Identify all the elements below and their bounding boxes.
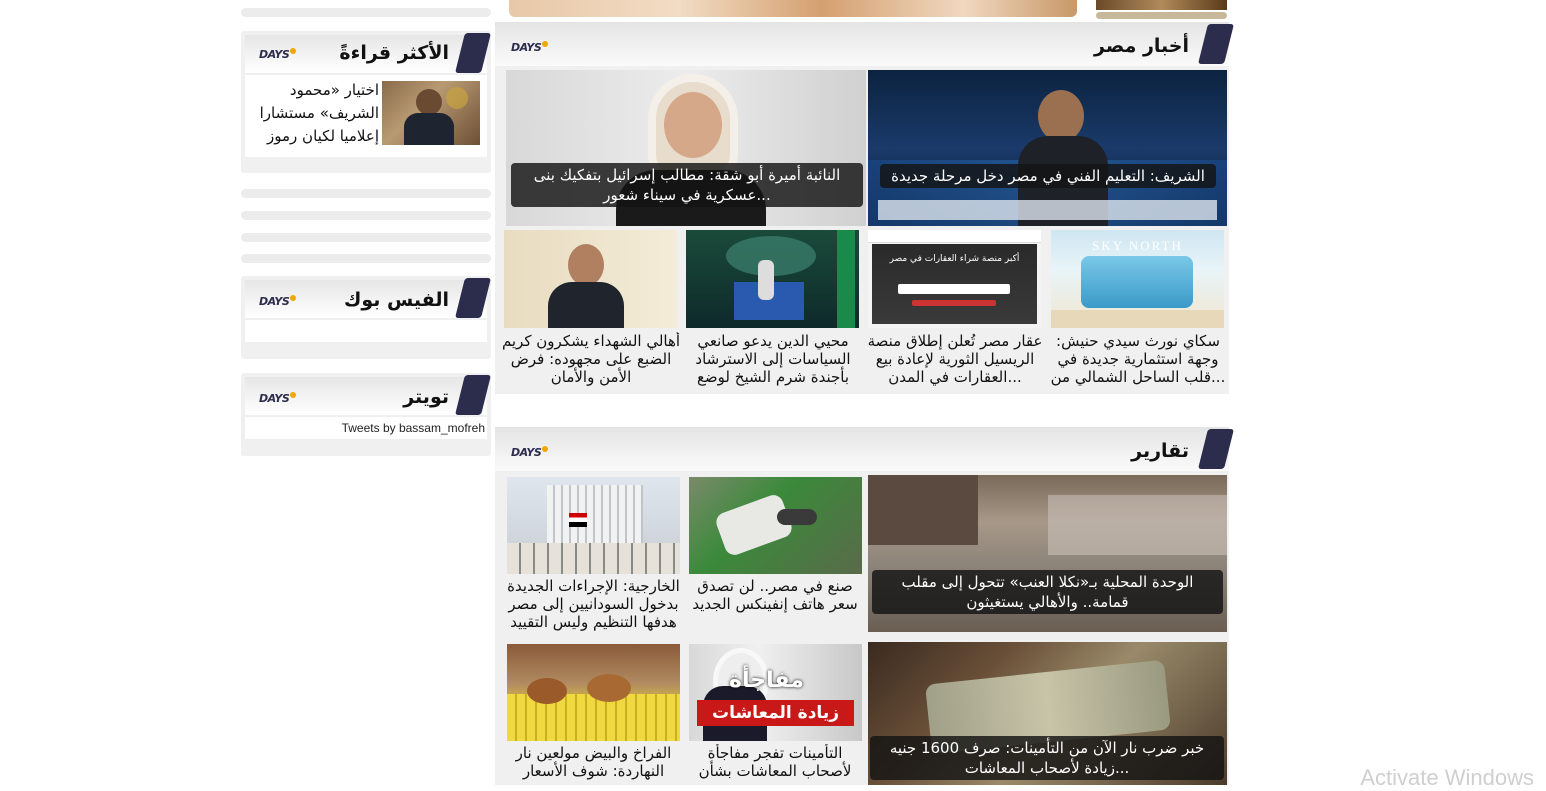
most-read-title: الأكثر قراءةً [339,42,449,64]
placeholder-bar [241,233,491,242]
days-logo: DAYS [259,48,297,61]
news-thumbnail[interactable] [686,230,859,328]
report-thumbnail-label: مفاجأة [729,668,804,693]
featured-report-caption[interactable]: خبر ضرب نار الآن من التأمينات: صرف 1600 … [870,736,1224,780]
news-thumbnail[interactable] [504,230,677,328]
placeholder-bar [241,189,491,198]
most-read-item-title[interactable]: اختيار «محمود الشريف» مستشارا إعلاميا لك… [255,79,379,149]
report-thumbnail[interactable] [507,477,680,574]
egypt-news-title[interactable]: أخبار مصر [1094,35,1189,57]
news-item-title[interactable]: سكاي نورث سيدي حنيش: وجهة استثمارية جديد… [1049,332,1227,392]
top-banner-image[interactable] [509,0,1077,17]
facebook-title: الفيس بوك [343,289,449,311]
egypt-news-section: أخبار مصر DAYS الشريف: التعليم الفني في … [495,22,1234,394]
reports-title[interactable]: تقارير [1131,440,1189,462]
most-read-widget: الأكثر قراءةً DAYS اختيار «محمود الشريف»… [241,31,491,173]
reports-header [495,427,1229,471]
twitter-embed: Tweets by bassam_mofreh [245,417,487,439]
days-logo: DAYS [511,446,549,459]
placeholder-bar [241,254,491,263]
days-logo: DAYS [259,392,297,405]
news-thumbnail-label: SKY NORTH [1092,238,1183,253]
featured-news-image[interactable] [868,70,1227,226]
report-item-title[interactable]: التأمينات تفجر مفاجأة لأصحاب المعاشات بش… [685,744,865,785]
news-thumbnail-label: أكبر منصة شراء العقارات في مصر [889,254,1020,264]
report-item-title[interactable]: الفراخ والبيض مولعين نار النهاردة: شوف ا… [501,744,686,785]
facebook-widget: الفيس بوك DAYS [241,276,491,359]
placeholder-bar [241,211,491,220]
report-thumbnail[interactable] [507,644,680,741]
report-item-title[interactable]: صنع في مصر.. لن تصدق سعر هاتف إنفينكس ال… [685,577,865,617]
facebook-embed [245,320,487,342]
report-thumbnail[interactable]: مفاجأة زيادة المعاشات [689,644,862,741]
report-item-title[interactable]: الخارجية: الإجراءات الجديدة بدخول السودا… [501,577,686,637]
featured-report-caption[interactable]: الوحدة المحلية بـ«نكلا العنب» تتحول إلى … [872,570,1223,614]
placeholder-bar [1096,12,1227,19]
news-item-title[interactable]: عقار مصر تُعلن إطلاق منصة الريسيل الثوري… [864,332,1046,392]
days-logo: DAYS [259,295,297,308]
twitter-title: تويتر [403,386,449,408]
report-thumbnail-label: زيادة المعاشات [697,700,854,726]
top-side-image[interactable] [1096,0,1227,10]
featured-news-caption[interactable]: النائبة أميرة أبو شقة: مطالب إسرائيل بتف… [511,163,863,207]
most-read-thumbnail[interactable] [382,81,480,145]
news-thumbnail[interactable]: SKY NORTH [1051,230,1224,328]
days-logo: DAYS [511,41,549,54]
os-activation-watermark: Activate Windows [1360,765,1534,790]
news-thumbnail[interactable]: أكبر منصة شراء العقارات في مصر [868,230,1041,328]
reports-section: تقارير DAYS الوحدة المحلية بـ«نكلا العنب… [495,427,1234,785]
report-thumbnail[interactable] [689,477,862,574]
most-read-list: اختيار «محمود الشريف» مستشارا إعلاميا لك… [245,75,487,157]
twitter-embed-link[interactable]: Tweets by bassam_mofreh [342,421,485,435]
news-item-title[interactable]: أهالي الشهداء يشكرون كريم الضبع على مجهو… [500,332,682,392]
featured-news-caption[interactable]: الشريف: التعليم الفني في مصر دخل مرحلة ج… [880,164,1216,188]
news-item-title[interactable]: محيي الدين يدعو صانعي السياسات إلى الاست… [682,332,864,392]
twitter-widget: تويتر DAYS Tweets by bassam_mofreh [241,373,491,456]
placeholder-bar [241,8,491,17]
